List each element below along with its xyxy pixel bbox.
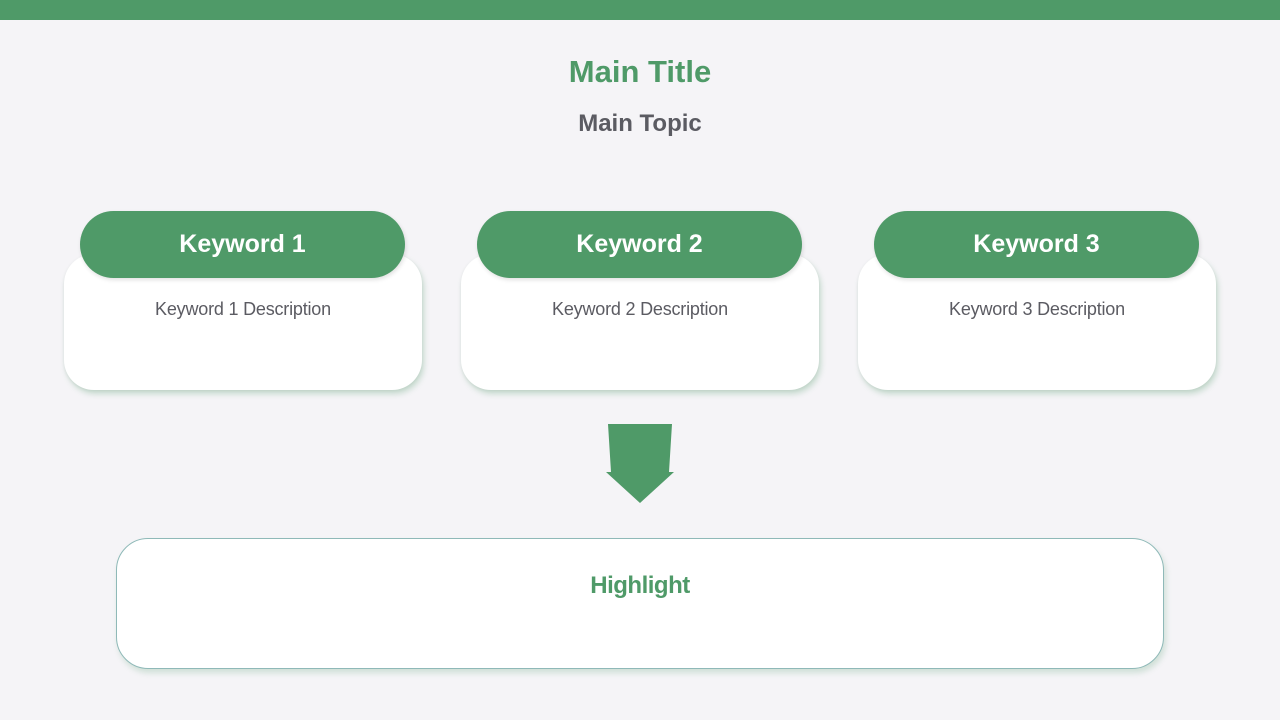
keyword-label-1: Keyword 1 <box>179 230 306 258</box>
keyword-description-3: Keyword 3 Description <box>949 299 1125 319</box>
main-title: Main Title <box>568 54 712 89</box>
highlight-label: Highlight <box>590 572 690 599</box>
keyword-description-1: Keyword 1 Description <box>155 299 331 319</box>
top-accent-bar <box>0 0 1280 20</box>
keyword-description-2: Keyword 2 Description <box>552 299 728 319</box>
keyword-label-2: Keyword 2 <box>576 230 703 258</box>
down-arrow-icon <box>606 424 674 503</box>
keyword-pill-2: Keyword 2 <box>477 211 802 278</box>
keyword-label-3: Keyword 3 <box>973 230 1100 258</box>
main-topic: Main Topic <box>578 110 702 137</box>
keyword-pill-3: Keyword 3 <box>874 211 1199 278</box>
highlight-box: Highlight <box>116 538 1164 669</box>
keyword-pill-1: Keyword 1 <box>80 211 405 278</box>
